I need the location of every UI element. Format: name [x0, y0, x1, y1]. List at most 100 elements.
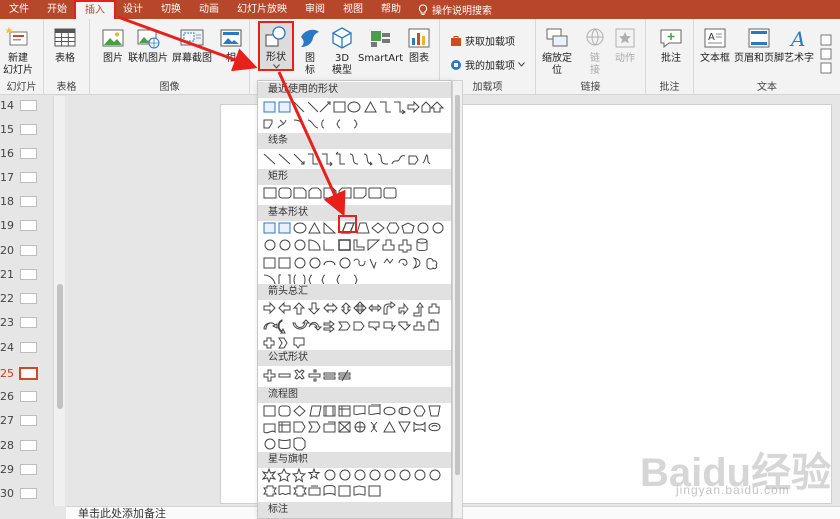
screenshot-icon — [180, 29, 204, 46]
menu-help[interactable]: 帮助 — [372, 0, 410, 19]
wordart-label: 艺术字 — [784, 53, 814, 64]
thumbnail-scrollbar[interactable] — [53, 96, 65, 506]
online-picture-button[interactable]: 联机图片 — [128, 25, 168, 65]
group-text-label: 文本 — [757, 82, 777, 93]
category-lines: 线条 — [258, 133, 451, 149]
thumbnail-25-current[interactable]: 25 — [0, 367, 52, 381]
thumbnail-image — [20, 245, 37, 256]
tell-me-search[interactable]: 操作说明搜索 — [410, 2, 492, 17]
thumbnail-image — [20, 172, 37, 183]
thumbnail-image — [20, 293, 37, 304]
get-addins-button[interactable]: 获取加载项 — [450, 33, 515, 48]
thumbnail-image — [20, 220, 37, 231]
comment-label: 批注 — [661, 53, 681, 64]
menu-insert[interactable]: 插入 — [74, 0, 116, 21]
header-footer-icon — [748, 28, 770, 48]
thumbnail-number: 26 — [0, 390, 14, 403]
3d-model-label-2: 模型 — [332, 65, 352, 76]
chart-button[interactable]: 图表 — [406, 25, 432, 65]
table-button[interactable]: 表格 — [52, 25, 78, 65]
thumbnail-18[interactable]: 18 — [0, 195, 52, 209]
scrollbar-thumb[interactable] — [57, 284, 63, 409]
zoom-label-2: 位 — [552, 65, 562, 76]
menu-review[interactable]: 审阅 — [296, 0, 334, 19]
flowchart-rows[interactable] — [262, 404, 450, 452]
menu-view[interactable]: 视图 — [334, 0, 372, 19]
thumbnail-26[interactable]: 26 — [0, 390, 52, 404]
menu-animations[interactable]: 动画 — [190, 0, 228, 19]
equation-shapes-row[interactable] — [262, 368, 450, 384]
thumbnail-19[interactable]: 19 — [0, 219, 52, 233]
notes-placeholder: 单击此处添加备注 — [78, 507, 166, 519]
menu-design[interactable]: 设计 — [114, 0, 152, 19]
thumbnail-number: 23 — [0, 316, 14, 329]
photo-album-button[interactable]: 相 — [218, 25, 244, 65]
thumbnail-14[interactable]: 14 — [0, 99, 52, 113]
online-picture-icon — [137, 29, 160, 49]
scrollbar-thumb[interactable] — [455, 95, 460, 475]
menu-slideshow[interactable]: 幻灯片放映 — [228, 0, 296, 19]
category-block-arrows: 箭头总汇 — [258, 284, 451, 300]
header-footer-button[interactable]: 页眉和页脚 — [734, 25, 784, 65]
rectangles-row[interactable] — [262, 185, 450, 201]
menu-home[interactable]: 开始 — [38, 0, 76, 19]
picture-button[interactable]: 图片 — [100, 25, 126, 65]
photo-album-label: 相 — [226, 53, 236, 64]
zoom-button[interactable]: 缩放定 位 — [542, 25, 572, 77]
text-more-button[interactable] — [820, 34, 835, 74]
thumbnail-number: 20 — [0, 244, 14, 257]
wordart-button[interactable]: A 艺术字 — [784, 25, 814, 65]
thumbnail-21[interactable]: 21 — [0, 268, 52, 282]
shapes-button[interactable]: 形状 — [258, 21, 294, 71]
group-text: A 文本框 页眉和页脚 A 艺术字 文本 — [694, 19, 840, 95]
3d-model-label: 3D — [334, 53, 350, 64]
textbox-button[interactable]: A 文本框 — [700, 25, 730, 65]
3d-model-button[interactable]: 3D 模型 — [329, 25, 355, 77]
link-label-2: 接 — [590, 65, 600, 76]
photo-album-icon — [220, 29, 242, 47]
new-slide-button[interactable]: 新建 幻灯片 — [3, 25, 33, 77]
smartart-button[interactable]: SmartArt — [358, 25, 403, 65]
thumbnail-23[interactable]: 23 — [0, 316, 52, 330]
thumbnail-30[interactable]: 30 — [0, 487, 52, 501]
thumbnail-number: 30 — [0, 487, 14, 500]
thumbnail-number: 29 — [0, 463, 14, 476]
thumbnail-16[interactable]: 16 — [0, 147, 52, 161]
thumbnail-22[interactable]: 22 — [0, 292, 52, 306]
thumbnail-image — [20, 196, 37, 207]
menu-file[interactable]: 文件 — [0, 0, 38, 19]
screenshot-button[interactable]: 屏幕截图 — [172, 25, 212, 65]
thumbnail-28[interactable]: 28 — [0, 439, 52, 453]
thumbnail-image — [20, 124, 37, 135]
link-button[interactable]: 链 接 — [582, 25, 608, 77]
thumbnail-17[interactable]: 17 — [0, 171, 52, 185]
icons-button[interactable]: 图 标 — [297, 25, 323, 77]
icons-label-2: 标 — [305, 65, 315, 76]
thumbnail-24[interactable]: 24 — [0, 341, 52, 355]
thumbnail-29[interactable]: 29 — [0, 463, 52, 477]
menu-transitions[interactable]: 切换 — [152, 0, 190, 19]
lines-row[interactable] — [262, 151, 450, 167]
thumbnail-20[interactable]: 20 — [0, 244, 52, 258]
cube-icon — [332, 27, 352, 49]
thumbnail-number: 15 — [0, 123, 14, 136]
thumbnail-15[interactable]: 15 — [0, 123, 52, 137]
parallelogram-highlight[interactable] — [338, 215, 357, 233]
thumbnail-image — [20, 148, 37, 159]
thumbnail-image — [20, 415, 37, 426]
recent-shapes-row[interactable] — [262, 100, 450, 132]
icons-label: 图 — [305, 53, 315, 64]
category-equation-shapes: 公式形状 — [258, 350, 451, 366]
action-button[interactable]: 动作 — [612, 25, 638, 65]
shapes-dropdown-scrollbar[interactable] — [452, 80, 463, 519]
svg-text:A: A — [789, 27, 805, 51]
get-addins-label: 获取加载项 — [465, 37, 515, 48]
thumbnail-27[interactable]: 27 — [0, 414, 52, 428]
my-addins-button[interactable]: 我的加载项 — [450, 57, 528, 72]
thumbnail-image — [20, 488, 37, 499]
action-label: 动作 — [615, 53, 635, 64]
group-slides-label: 幻灯片 — [6, 82, 37, 93]
block-arrows-rows[interactable] — [262, 301, 450, 349]
comment-button[interactable]: 批注 — [658, 25, 684, 65]
stars-banners-rows[interactable] — [262, 468, 450, 500]
